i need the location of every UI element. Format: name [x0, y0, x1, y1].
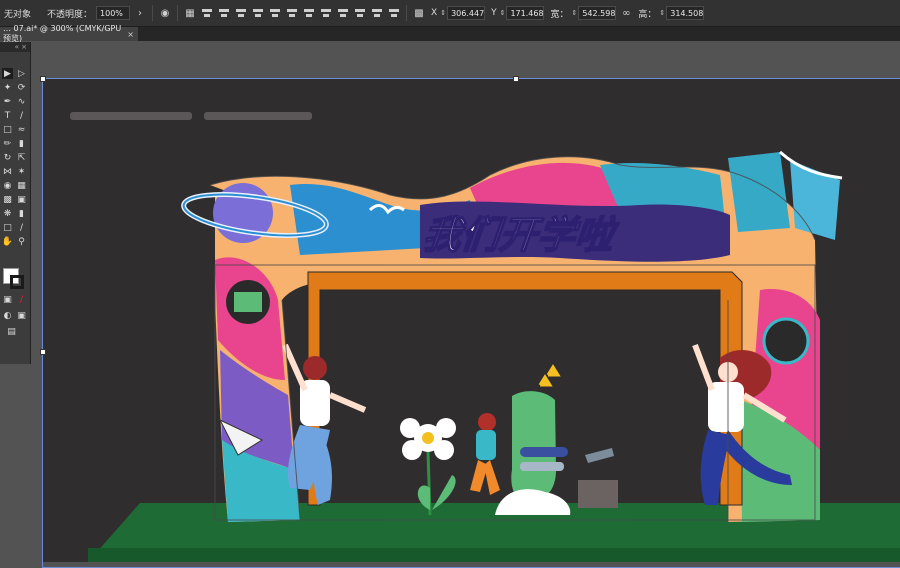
right-badge [762, 317, 810, 365]
arch-title: 我们开学啦 [421, 213, 620, 257]
artwork[interactable]: 我们开学啦 [0, 0, 900, 562]
capsule [520, 447, 568, 457]
book-stack [578, 480, 618, 508]
green-bottle [511, 391, 556, 502]
ground-front [88, 548, 900, 562]
open-book [728, 152, 790, 232]
header-blurred-text [70, 112, 312, 120]
